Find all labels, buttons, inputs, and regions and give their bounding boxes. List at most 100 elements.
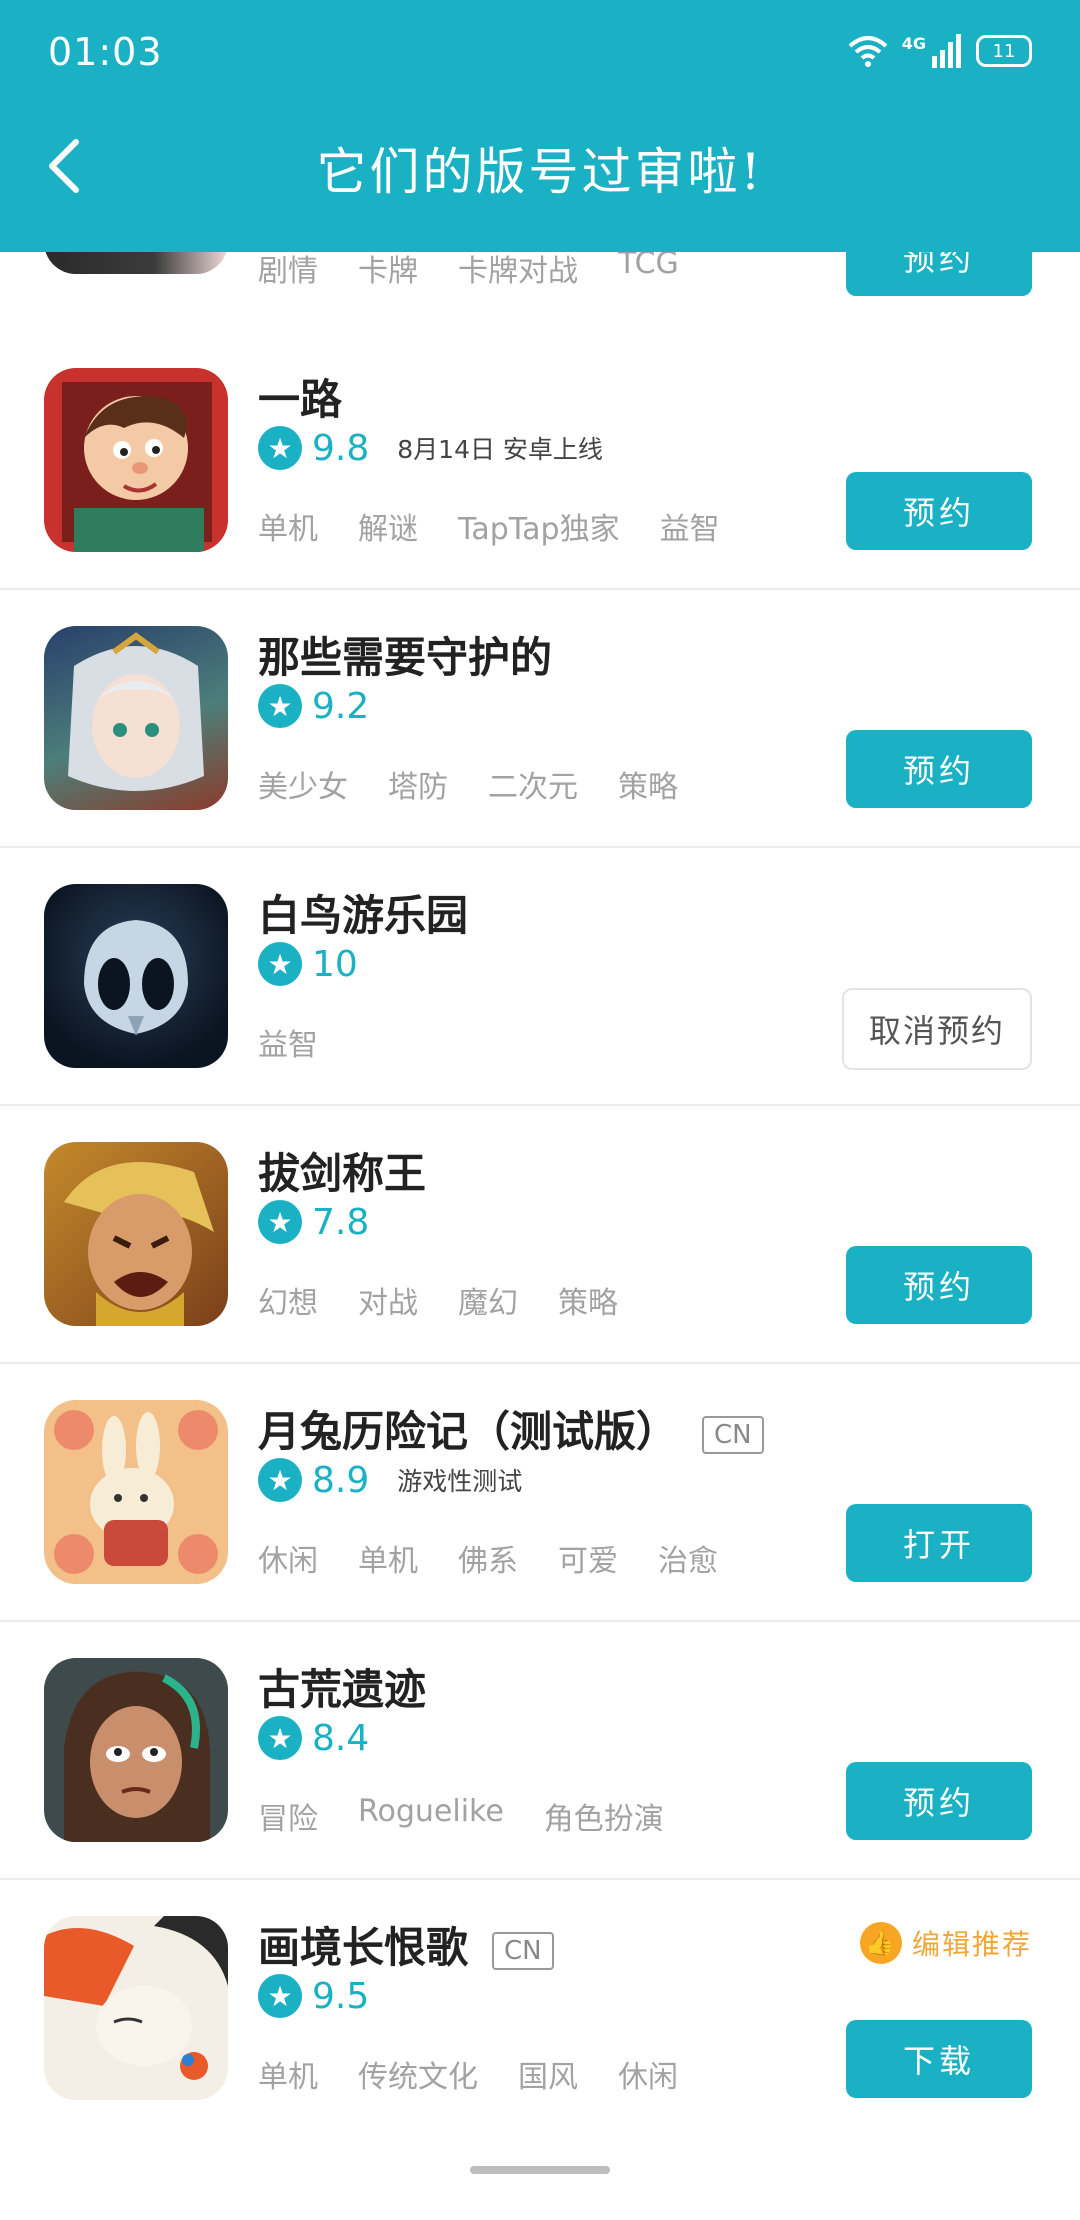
star-icon: ★	[258, 1716, 302, 1760]
tag[interactable]: Roguelike	[358, 1794, 504, 1838]
editor-pick-badge: 👍 编辑推荐	[859, 1922, 1032, 1964]
tag-list: 幻想 对战 魔幻 策略	[258, 1278, 618, 1322]
battery-level: 11	[992, 40, 1016, 62]
rating: ★ 9.2	[258, 684, 369, 728]
tag-list: 单机 解谜 TapTap独家 益智	[258, 504, 720, 548]
reserve-button[interactable]: 预约	[846, 1246, 1032, 1324]
star-icon: ★	[258, 1458, 302, 1502]
star-icon: ★	[258, 942, 302, 986]
app-name[interactable]: 月兔历险记（测试版） CN	[258, 1398, 764, 1459]
tag[interactable]: 传统文化	[358, 2052, 478, 2096]
tag[interactable]: TapTap独家	[458, 504, 620, 548]
rating: ★ 8.4	[258, 1716, 369, 1760]
tag[interactable]: 卡牌对战	[458, 246, 578, 290]
tag-list: 剧情 卡牌 卡牌对战 TCG	[258, 246, 679, 290]
tag[interactable]: 解谜	[358, 504, 418, 548]
app-name[interactable]: 古荒遗迹	[258, 1656, 426, 1717]
rating-value: 10	[312, 943, 358, 985]
tag[interactable]: 治愈	[658, 1536, 718, 1580]
test-note: 游戏性测试	[397, 1467, 523, 1496]
tag[interactable]: 剧情	[258, 246, 318, 290]
app-icon[interactable]	[44, 884, 228, 1068]
tag-list: 冒险 Roguelike 角色扮演	[258, 1794, 664, 1838]
tag[interactable]: 休闲	[618, 2052, 678, 2096]
tag-list: 休闲 单机 佛系 可爱 治愈	[258, 1536, 718, 1580]
tag[interactable]: 策略	[558, 1278, 618, 1322]
tag[interactable]: 单机	[258, 504, 318, 548]
cancel-reserve-button[interactable]: 取消预约	[842, 988, 1032, 1070]
tag[interactable]: 策略	[618, 762, 678, 806]
tag[interactable]: 卡牌	[358, 246, 418, 290]
rating: ★ 9.8 8月14日 安卓上线	[258, 426, 603, 470]
cn-badge: CN	[702, 1415, 764, 1454]
list-item[interactable]: 月兔历险记（测试版） CN ★ 8.9 游戏性测试 休闲 单机 佛系 可爱 治愈 …	[0, 1364, 1080, 1622]
app-name-text[interactable]: 月兔历险记（测试版）	[258, 1407, 678, 1456]
tag[interactable]: 对战	[358, 1278, 418, 1322]
rating-value: 8.4	[312, 1717, 370, 1759]
tag[interactable]: 魔幻	[458, 1278, 518, 1322]
app-icon[interactable]	[44, 1142, 228, 1326]
list-item[interactable]: 一路 ★ 9.8 8月14日 安卓上线 单机 解谜 TapTap独家 益智 预约	[0, 332, 1080, 590]
tag[interactable]: 国风	[518, 2052, 578, 2096]
reserve-button[interactable]: 预约	[846, 730, 1032, 808]
open-button[interactable]: 打开	[846, 1504, 1032, 1582]
tag[interactable]: 二次元	[488, 762, 578, 806]
rating: ★ 7.8	[258, 1200, 369, 1244]
app-icon[interactable]	[44, 626, 228, 810]
status-time: 01:03	[48, 30, 163, 74]
status-icons: 4G 11	[848, 34, 1032, 68]
page-title: 它们的版号过审啦!	[316, 143, 764, 201]
reserve-button[interactable]: 预约	[846, 1762, 1032, 1840]
app-name[interactable]: 拔剑称王	[258, 1140, 426, 1201]
editor-pick-label: 编辑推荐	[911, 1928, 1032, 1961]
tag[interactable]: 幻想	[258, 1278, 318, 1322]
battery-icon: 11	[976, 35, 1032, 67]
list-item[interactable]: 那些需要守护的 ★ 9.2 美少女 塔防 二次元 策略 预约	[0, 590, 1080, 848]
tag[interactable]: 益智	[660, 504, 720, 548]
tag[interactable]: 冒险	[258, 1794, 318, 1838]
list-item[interactable]: 拔剑称王 ★ 7.8 幻想 对战 魔幻 策略 预约	[0, 1106, 1080, 1364]
tag-list: 单机 传统文化 国风 休闲	[258, 2052, 678, 2096]
download-button[interactable]: 下载	[846, 2020, 1032, 2098]
tag[interactable]: 佛系	[458, 1536, 518, 1580]
rating-value: 9.5	[312, 1975, 370, 2017]
rating-value: 9.8	[312, 427, 370, 469]
rating-value: 8.9	[312, 1459, 370, 1501]
list-item[interactable]: 古荒遗迹 ★ 8.4 冒险 Roguelike 角色扮演 预约	[0, 1622, 1080, 1880]
app-icon[interactable]	[44, 1658, 228, 1842]
tag[interactable]: TCG	[618, 246, 679, 290]
star-icon: ★	[258, 1200, 302, 1244]
app-name[interactable]: 那些需要守护的	[258, 624, 552, 685]
network-type: 4G	[901, 34, 926, 53]
rating-value: 9.2	[312, 685, 370, 727]
tag[interactable]: 益智	[258, 1020, 318, 1064]
rating: ★ 10	[258, 942, 358, 986]
rating: ★ 9.5	[258, 1974, 369, 2018]
tag-list: 美少女 塔防 二次元 策略	[258, 762, 678, 806]
app-icon[interactable]	[44, 1916, 228, 2100]
app-name[interactable]: 画境长恨歌 CN	[258, 1914, 554, 1975]
star-icon: ★	[258, 426, 302, 470]
app-name[interactable]: 一路	[258, 366, 342, 427]
list-item[interactable]: 画境长恨歌 CN 👍 编辑推荐 ★ 9.5 单机 传统文化 国风 休闲 下载	[0, 1880, 1080, 2136]
tag[interactable]: 美少女	[258, 762, 348, 806]
wifi-icon	[848, 36, 888, 67]
tag[interactable]: 单机	[258, 2052, 318, 2096]
star-icon: ★	[258, 684, 302, 728]
tag[interactable]: 休闲	[258, 1536, 318, 1580]
tag[interactable]: 单机	[358, 1536, 418, 1580]
tag[interactable]: 塔防	[388, 762, 448, 806]
reserve-button[interactable]: 预约	[846, 472, 1032, 550]
thumbs-up-icon: 👍	[859, 1922, 902, 1964]
tag[interactable]: 角色扮演	[544, 1794, 664, 1838]
app-icon[interactable]	[44, 368, 228, 552]
home-indicator[interactable]	[470, 2166, 610, 2174]
app-name[interactable]: 白鸟游乐园	[258, 882, 468, 943]
tag[interactable]: 可爱	[558, 1536, 618, 1580]
list-item[interactable]: 白鸟游乐园 ★ 10 益智 取消预约	[0, 848, 1080, 1106]
cn-badge: CN	[492, 1931, 554, 1970]
rating-value: 7.8	[312, 1201, 370, 1243]
signal-icon	[932, 34, 961, 68]
app-name-text[interactable]: 画境长恨歌	[258, 1923, 468, 1972]
app-icon[interactable]	[44, 1400, 228, 1584]
